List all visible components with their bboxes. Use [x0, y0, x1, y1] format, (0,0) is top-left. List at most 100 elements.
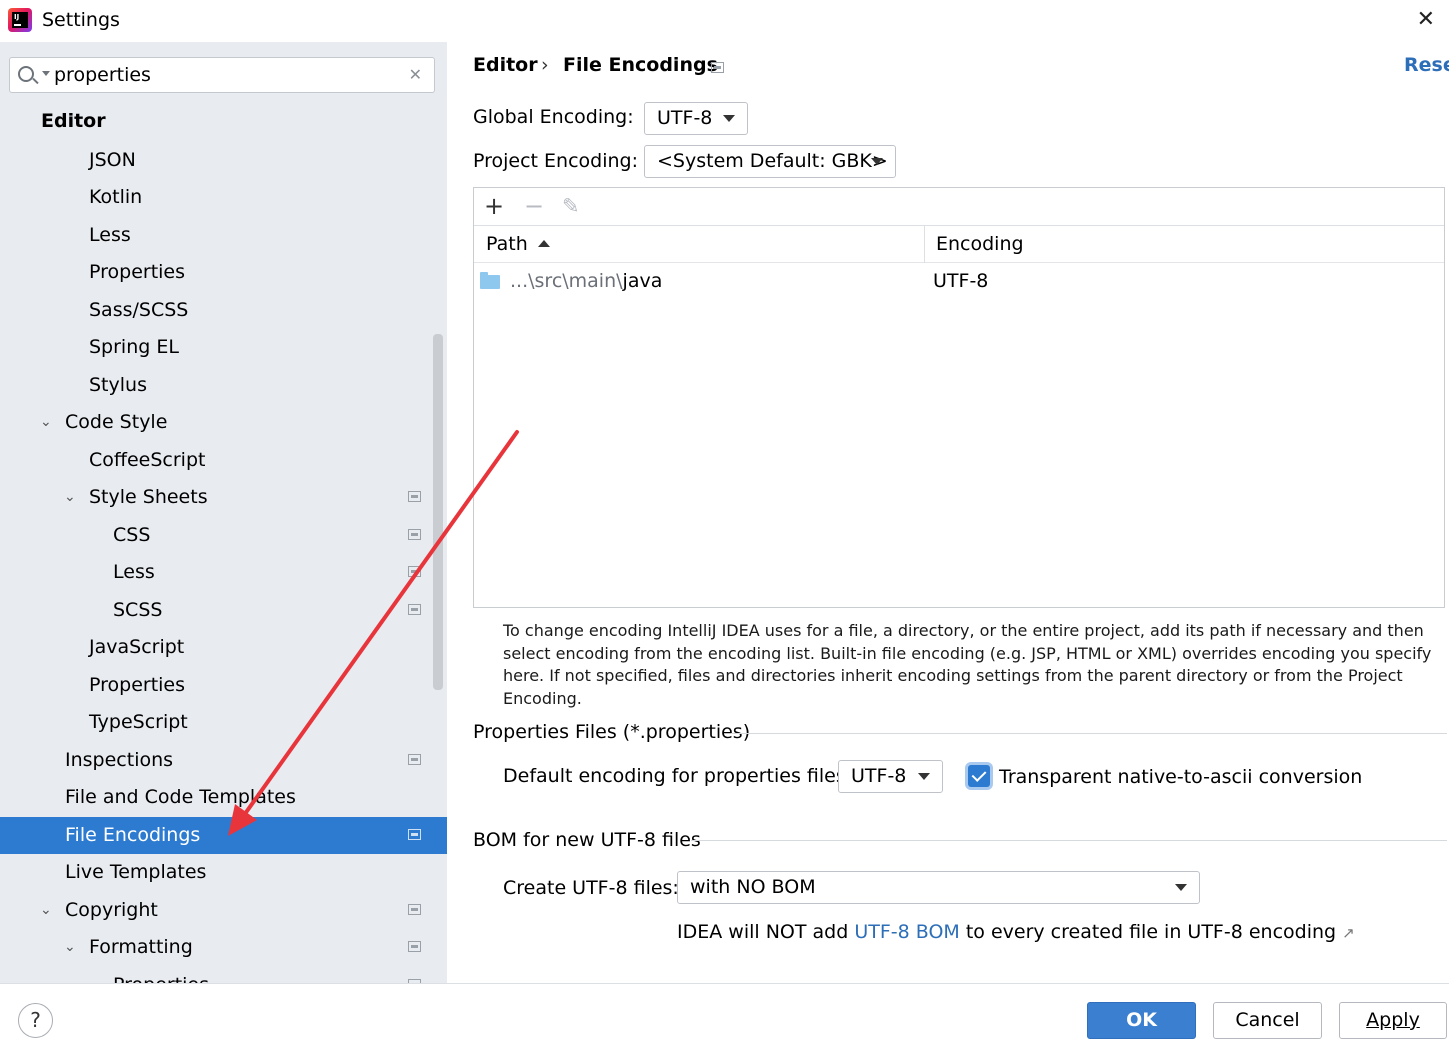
cancel-button[interactable]: Cancel [1213, 1002, 1322, 1039]
sidebar-item-label: Properties [89, 674, 186, 696]
properties-files-section-title: Properties Files (*.properties) [473, 721, 751, 743]
bom-note-text-end: to every created file in UTF-8 encoding [959, 921, 1337, 943]
properties-encoding-select[interactable]: UTF-8 [838, 760, 943, 793]
sidebar-item-style-sheets[interactable]: ⌄ Style Sheets [0, 479, 447, 516]
chevron-down-icon[interactable]: ⌄ [64, 479, 76, 516]
sidebar-item-label: SCSS [113, 599, 163, 621]
sidebar-item-spring-el[interactable]: Spring EL [0, 329, 447, 366]
sidebar-item-label: Style Sheets [89, 486, 208, 508]
search-field[interactable]: properties ✕ [9, 57, 435, 93]
sidebar-item-typescript[interactable]: TypeScript [0, 704, 447, 741]
chevron-down-icon [871, 158, 883, 165]
sidebar-item-label: Inspections [65, 749, 174, 771]
title-bar: IJ Settings ✕ [0, 0, 1449, 42]
sidebar-item-label: File Encodings [65, 824, 201, 846]
properties-encoding-value: UTF-8 [851, 765, 907, 787]
edit-icon[interactable]: ✎ [562, 192, 580, 220]
table-toolbar: + − ✎ [474, 188, 1444, 226]
sidebar-item-inspections[interactable]: Inspections [0, 742, 447, 779]
create-utf8-files-label: Create UTF-8 files: [503, 877, 679, 899]
sidebar-item-css[interactable]: CSS [0, 517, 447, 554]
chevron-down-icon[interactable]: ⌄ [40, 892, 52, 929]
sidebar-item-formatting[interactable]: ⌄ Formatting [0, 929, 447, 966]
project-scope-icon [408, 491, 421, 502]
sidebar-item-label: Properties [113, 967, 209, 983]
project-scope-icon [408, 566, 421, 577]
chevron-down-icon[interactable]: ⌄ [64, 929, 76, 966]
sidebar-item-copyright[interactable]: ⌄ Copyright [0, 892, 447, 929]
column-label: Path [486, 233, 528, 255]
sidebar-item-live-templates[interactable]: Live Templates [0, 854, 447, 891]
sidebar-item-stylus[interactable]: Stylus [0, 367, 447, 404]
sidebar-item-file-and-code-templates[interactable]: File and Code Templates [0, 779, 447, 816]
add-icon[interactable]: + [484, 192, 504, 220]
ok-button[interactable]: OK [1087, 1002, 1196, 1039]
apply-button[interactable]: Apply [1339, 1002, 1447, 1039]
sidebar-item-json[interactable]: JSON [0, 142, 447, 179]
sidebar-item-label: Code Style [65, 411, 168, 433]
global-encoding-select[interactable]: UTF-8 [644, 102, 748, 135]
external-link-icon[interactable]: ↗ [1342, 924, 1355, 942]
sidebar-item-kotlin[interactable]: Kotlin [0, 179, 447, 216]
search-history-dropdown-icon[interactable] [42, 71, 50, 76]
project-scope-icon [408, 904, 421, 915]
sidebar-item-label: Copyright [65, 899, 158, 921]
sidebar-scrollbar[interactable] [433, 334, 443, 690]
sidebar-item-coffeescript[interactable]: CoffeeScript [0, 442, 447, 479]
sidebar-item-label: CSS [113, 524, 151, 546]
project-scope-icon [408, 529, 421, 540]
column-header-path[interactable]: Path [486, 226, 550, 263]
sidebar-item-sass-scss[interactable]: Sass/SCSS [0, 292, 447, 329]
sidebar-item-editor[interactable]: Editor [0, 103, 447, 140]
sidebar-item-label: JavaScript [89, 636, 185, 658]
sidebar-item-properties[interactable]: Properties [0, 254, 447, 291]
sidebar-item-label: Kotlin [89, 186, 143, 208]
create-utf8-files-select[interactable]: with NO BOM [677, 871, 1200, 904]
help-button[interactable]: ? [18, 1003, 53, 1038]
column-header-encoding[interactable]: Encoding [936, 226, 1024, 263]
bom-note: IDEA will NOT add UTF-8 BOM to every cre… [677, 921, 1355, 943]
clear-search-icon[interactable]: ✕ [409, 65, 422, 84]
sidebar-item-label: Spring EL [89, 336, 179, 358]
project-encoding-select[interactable]: <System Default: GBK> [644, 145, 896, 178]
path-prefix: ...\src\main\ [510, 270, 623, 292]
folder-icon [480, 272, 500, 289]
transparent-native-to-ascii-label[interactable]: Transparent native-to-ascii conversion [999, 766, 1362, 788]
sidebar-item-label: Properties [89, 261, 186, 283]
breadcrumb-separator: › [541, 54, 549, 76]
search-input[interactable]: properties [54, 64, 151, 86]
sidebar-item-less-style[interactable]: Less [0, 554, 447, 591]
sidebar-item-file-encodings[interactable]: File Encodings [0, 817, 447, 854]
sidebar-item-scss[interactable]: SCSS [0, 592, 447, 629]
table-header: Path Encoding [474, 226, 1444, 263]
utf8-bom-link[interactable]: UTF-8 BOM [854, 921, 959, 943]
search-icon[interactable] [18, 66, 34, 82]
transparent-native-to-ascii-checkbox[interactable] [968, 765, 990, 787]
project-scope-icon [408, 829, 421, 840]
sidebar-item-label: File and Code Templates [65, 786, 296, 808]
path-encoding-table: + − ✎ Path Encoding ...\src\main\java UT… [473, 187, 1445, 608]
column-divider[interactable] [924, 226, 925, 263]
remove-icon[interactable]: − [524, 192, 544, 220]
sidebar-item-properties-formatting[interactable]: Properties [0, 967, 447, 983]
breadcrumb-parent[interactable]: Editor [473, 54, 538, 76]
chevron-down-icon [918, 773, 930, 780]
table-row[interactable]: ...\src\main\java UTF-8 [474, 263, 1444, 300]
bom-section-title: BOM for new UTF-8 files [473, 829, 701, 851]
dialog-footer: ? OK Cancel Apply [0, 983, 1449, 1053]
chevron-down-icon[interactable]: ⌄ [40, 404, 52, 441]
encoding-cell[interactable]: UTF-8 [933, 263, 988, 300]
sidebar-item-code-style[interactable]: ⌄ Code Style [0, 404, 447, 441]
file-encodings-panel: Editor › File Encodings Reset Global Enc… [447, 42, 1449, 983]
reset-link[interactable]: Reset [1404, 54, 1449, 76]
global-encoding-value: UTF-8 [657, 107, 713, 129]
global-encoding-label: Global Encoding: [473, 106, 634, 128]
sidebar-item-javascript[interactable]: JavaScript [0, 629, 447, 666]
sidebar-item-properties-style[interactable]: Properties [0, 667, 447, 704]
section-divider [691, 840, 1447, 841]
sidebar-item-label: Live Templates [65, 861, 207, 883]
close-icon[interactable]: ✕ [1417, 9, 1435, 31]
sidebar-item-less[interactable]: Less [0, 217, 447, 254]
chevron-down-icon [1175, 884, 1187, 891]
properties-default-encoding-label: Default encoding for properties files: [503, 765, 853, 787]
